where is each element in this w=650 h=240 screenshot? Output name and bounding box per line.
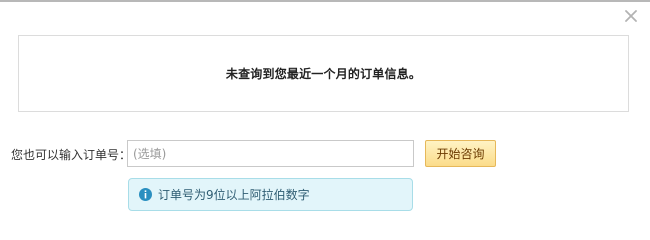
info-icon bbox=[139, 188, 152, 201]
close-icon[interactable] bbox=[623, 8, 639, 24]
order-number-label: 您也可以输入订单号： bbox=[11, 148, 132, 162]
order-query-dialog: 未查询到您最近一个月的订单信息。 您也可以输入订单号： 开始咨询 订单号为9位以… bbox=[0, 0, 650, 221]
order-number-hint: 订单号为9位以上阿拉伯数字 bbox=[128, 178, 413, 211]
hint-text: 订单号为9位以上阿拉伯数字 bbox=[158, 188, 310, 202]
order-number-input[interactable] bbox=[127, 140, 414, 167]
no-orders-message: 未查询到您最近一个月的订单信息。 bbox=[225, 67, 422, 81]
start-consult-button[interactable]: 开始咨询 bbox=[425, 140, 496, 167]
order-number-form: 您也可以输入订单号： 开始咨询 bbox=[11, 140, 611, 168]
no-orders-notice: 未查询到您最近一个月的订单信息。 bbox=[18, 35, 629, 112]
